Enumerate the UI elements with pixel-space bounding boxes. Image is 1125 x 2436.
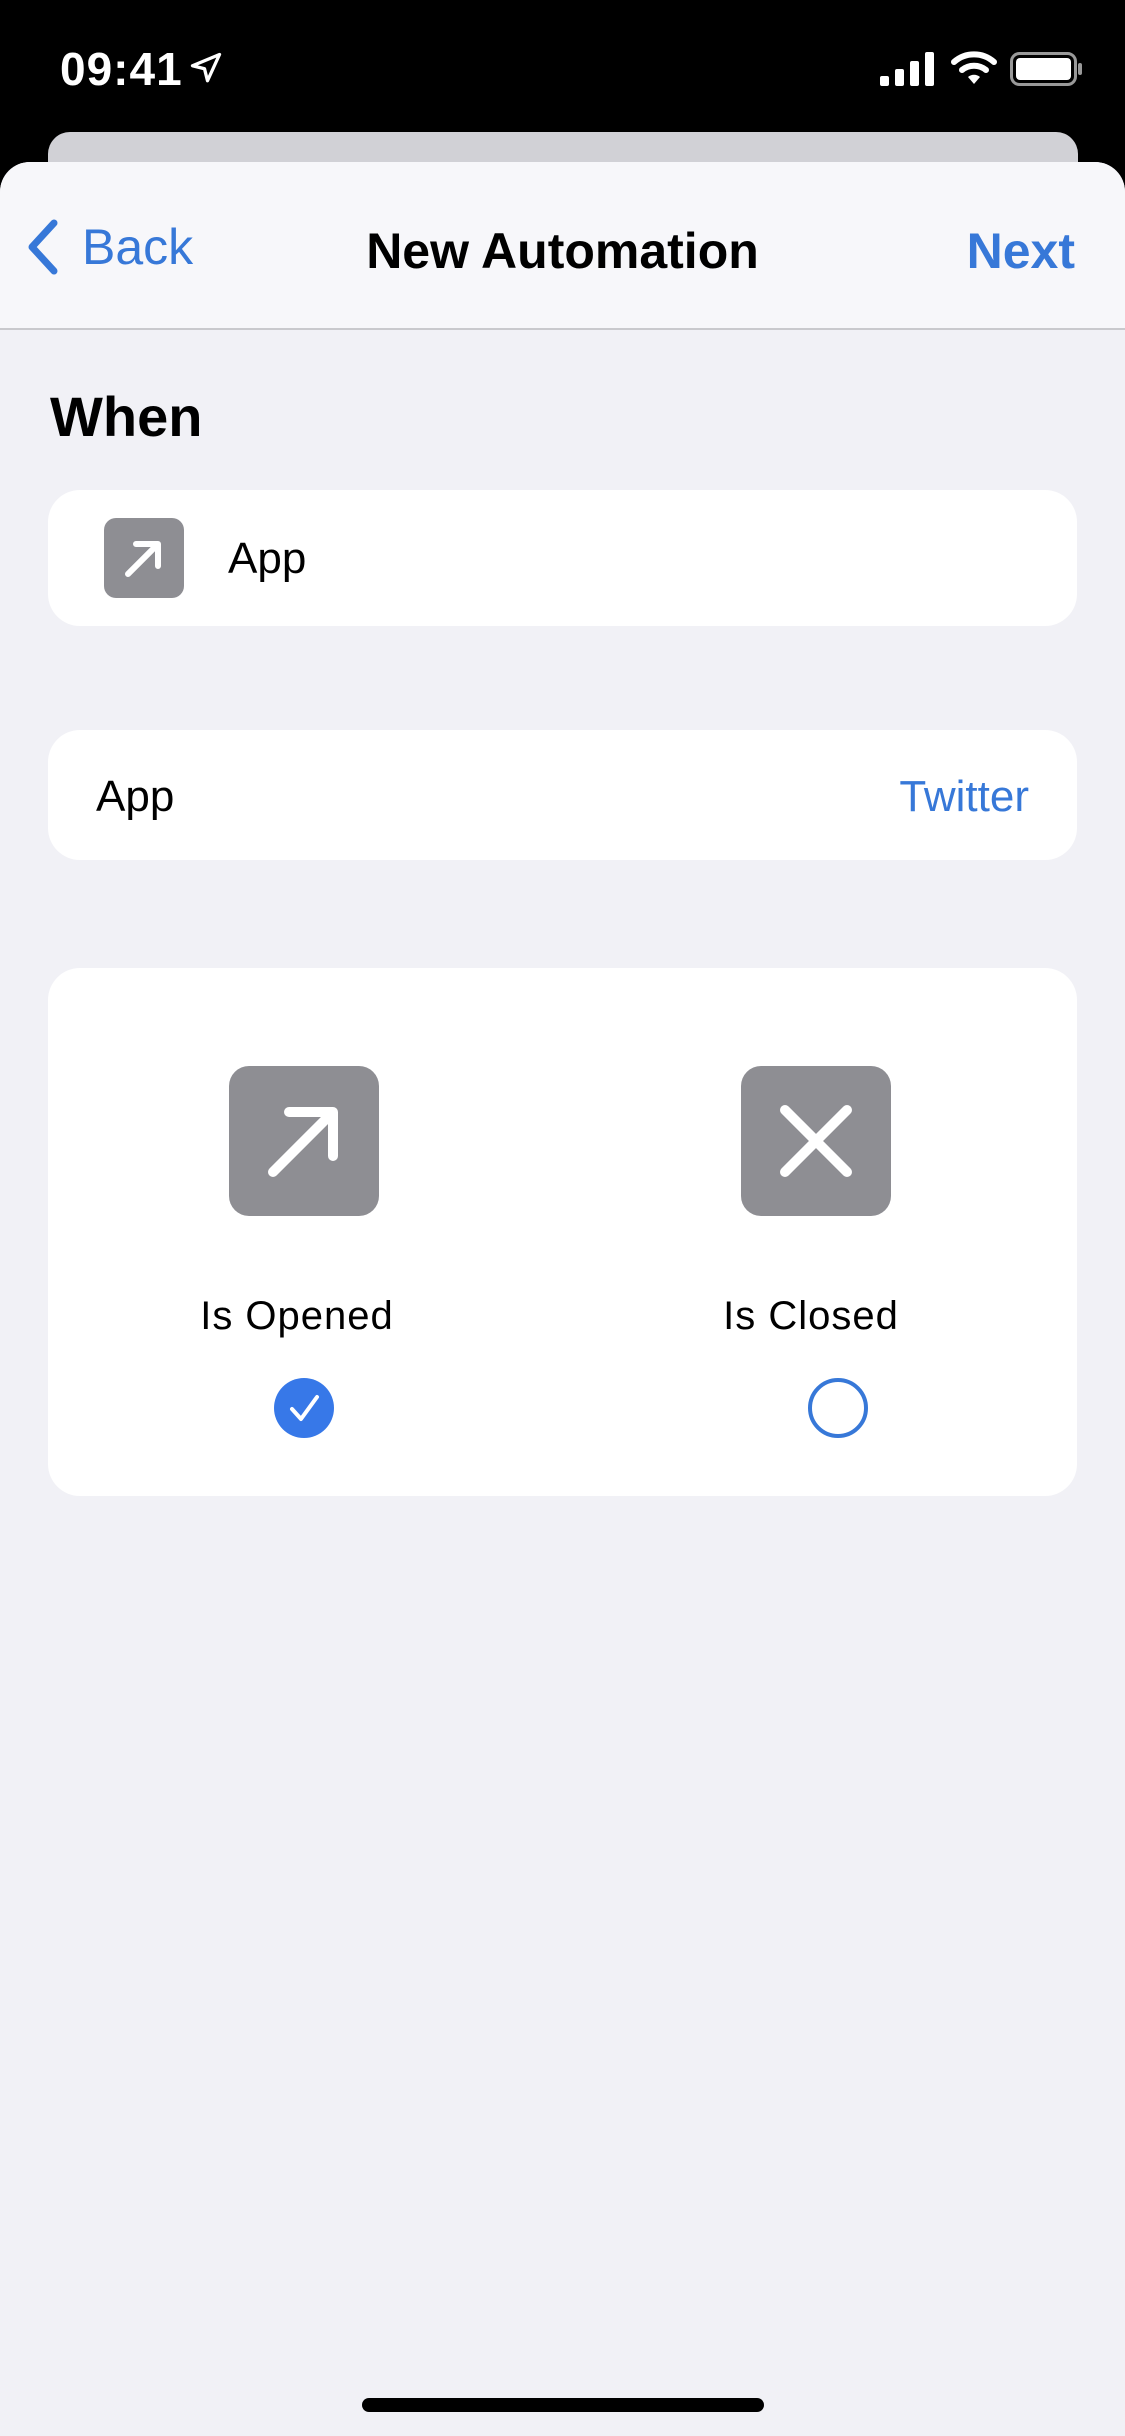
location-arrow-icon [190, 52, 222, 83]
navigation-bar: Back New Automation Next [0, 162, 1125, 330]
arrow-up-right-icon [104, 518, 184, 598]
next-button[interactable]: Next [967, 222, 1075, 280]
checkmark-icon [290, 1395, 319, 1421]
status-bar: 09:41 [0, 0, 1125, 132]
radio-checked[interactable] [274, 1378, 334, 1438]
wifi-icon [951, 51, 997, 84]
section-header-when: When [50, 385, 203, 448]
option-is-opened[interactable]: Is Opened [48, 968, 562, 1496]
app-row-label: App [96, 772, 175, 821]
home-indicator[interactable] [362, 2398, 764, 2412]
trigger-label: App [228, 534, 307, 583]
app-selector-row[interactable]: App Twitter [48, 730, 1077, 860]
battery-icon [1010, 52, 1082, 86]
status-time: 09:41 [60, 43, 183, 95]
option-label-opened: Is Opened [200, 1294, 394, 1338]
screen: 09:41 Back New Automation Next When App … [0, 0, 1125, 2436]
option-label-closed: Is Closed [723, 1294, 899, 1338]
x-mark-icon [741, 1066, 891, 1216]
app-row-value[interactable]: Twitter [899, 772, 1029, 822]
option-is-closed[interactable]: Is Closed [562, 968, 1076, 1496]
arrow-up-right-icon [229, 1066, 379, 1216]
page-title: New Automation [366, 223, 759, 279]
automation-sheet: Back New Automation Next When App App Tw… [0, 162, 1125, 2436]
cellular-signal-icon [880, 52, 934, 86]
trigger-card: App [48, 490, 1077, 626]
radio-unchecked[interactable] [808, 1378, 868, 1438]
trigger-options-card: Is Opened Is Closed [48, 968, 1077, 1496]
